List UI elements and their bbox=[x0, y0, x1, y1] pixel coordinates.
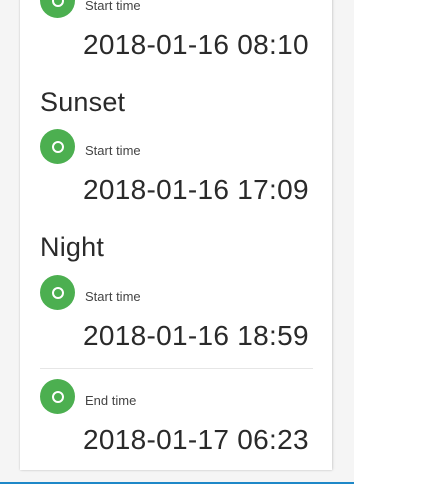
end-time-icon bbox=[40, 379, 75, 414]
entry-value: 2018-01-16 08:10 bbox=[83, 29, 309, 60]
circle-icon bbox=[51, 390, 64, 403]
divider bbox=[40, 368, 313, 369]
start-time-icon bbox=[40, 129, 75, 164]
section-title-night: Night bbox=[40, 232, 105, 262]
entry-value: 2018-01-16 18:59 bbox=[83, 320, 309, 351]
circle-icon bbox=[51, 140, 64, 153]
entry-label: Start time bbox=[85, 289, 141, 304]
entry-value: 2018-01-17 06:23 bbox=[83, 424, 309, 455]
start-time-icon bbox=[40, 275, 75, 310]
entry-value: 2018-01-16 17:09 bbox=[83, 174, 309, 205]
entry-label: Start time bbox=[85, 0, 141, 13]
entry-label: End time bbox=[85, 393, 137, 408]
right-blank-area bbox=[354, 0, 437, 484]
circle-icon bbox=[51, 286, 64, 299]
entry-label: Start time bbox=[85, 143, 141, 158]
circle-icon bbox=[51, 0, 64, 7]
section-title-sunset: Sunset bbox=[40, 87, 126, 117]
